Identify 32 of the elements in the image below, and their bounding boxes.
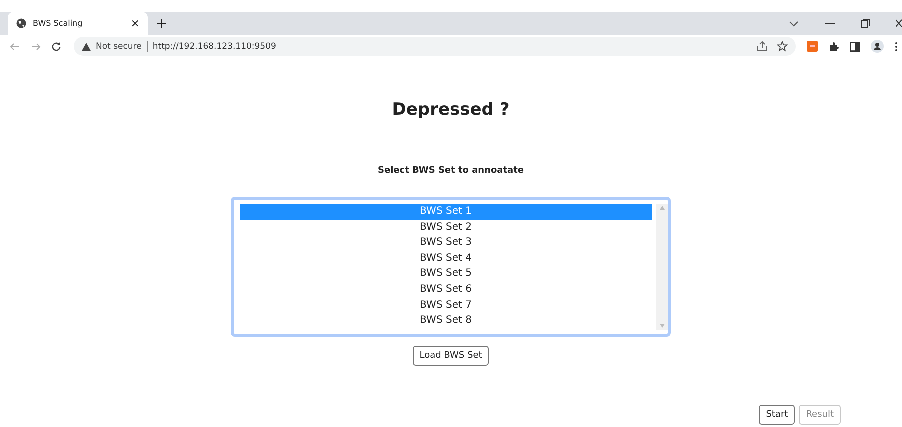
close-icon[interactable] bbox=[896, 19, 902, 28]
set-listbox[interactable]: BWS Set 1 BWS Set 2 BWS Set 3 BWS Set 4 BWS Set 5 BWS Set 6 BWS Set 7 BWS Set 8 bbox=[231, 197, 671, 337]
puzzle-icon[interactable] bbox=[829, 42, 839, 52]
side-panel-icon[interactable] bbox=[850, 42, 860, 52]
prompt-text: Select BWS Set to annoatate bbox=[378, 166, 524, 176]
chevron-down-icon[interactable] bbox=[789, 20, 799, 26]
set-option[interactable]: BWS Set 2 bbox=[240, 220, 652, 236]
tab-title: BWS Scaling bbox=[33, 19, 84, 28]
address-bar[interactable]: Not secure http://192.168.123.110:9509 bbox=[74, 37, 796, 56]
profile-icon[interactable] bbox=[871, 40, 884, 53]
close-tab-button[interactable]: × bbox=[130, 17, 140, 30]
globe-icon bbox=[16, 18, 27, 29]
security-label: Not secure bbox=[96, 42, 142, 52]
set-option[interactable]: BWS Set 7 bbox=[240, 298, 652, 314]
menu-icon[interactable] bbox=[895, 42, 898, 52]
share-icon[interactable] bbox=[757, 41, 768, 52]
load-set-button[interactable]: Load BWS Set bbox=[412, 346, 490, 366]
restore-icon[interactable] bbox=[861, 19, 870, 28]
reload-icon[interactable] bbox=[52, 42, 61, 51]
set-option[interactable]: BWS Set 8 bbox=[240, 313, 652, 329]
star-icon[interactable] bbox=[777, 41, 788, 52]
set-option[interactable]: BWS Set 3 bbox=[240, 235, 652, 251]
set-option[interactable]: BWS Set 5 bbox=[240, 266, 652, 282]
set-option[interactable]: BWS Set 6 bbox=[240, 282, 652, 298]
new-tab-button[interactable]: + bbox=[156, 16, 168, 32]
action-button[interactable]: Start bbox=[759, 405, 796, 425]
browser-tab[interactable]: BWS Scaling × bbox=[8, 12, 148, 35]
url-text: http://192.168.123.110:9509 bbox=[152, 42, 276, 52]
page-heading: Depressed ? bbox=[392, 100, 510, 120]
set-option[interactable]: BWS Set 4 bbox=[240, 250, 652, 266]
warning-icon bbox=[82, 42, 91, 50]
minimize-icon[interactable] bbox=[825, 22, 835, 24]
